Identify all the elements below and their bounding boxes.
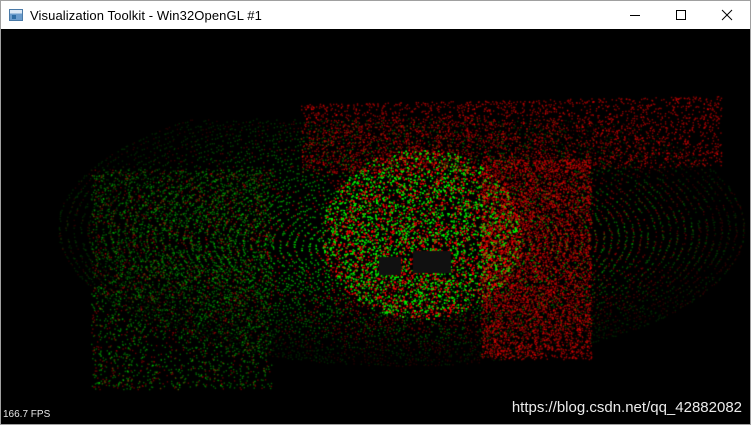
vtk-app-icon[interactable] (9, 9, 23, 21)
app-window: Visualization Toolkit - Win32OpenGL #1 1… (0, 0, 751, 425)
watermark: https://blog.csdn.net/qq_42882082 (511, 399, 742, 416)
close-icon (721, 9, 733, 21)
title-bar[interactable]: Visualization Toolkit - Win32OpenGL #1 (1, 1, 750, 29)
maximize-icon (676, 10, 686, 20)
minimize-button[interactable] (612, 1, 658, 29)
fps-counter: 166.7 FPS (3, 409, 51, 420)
minimize-icon (630, 15, 640, 16)
render-viewport[interactable]: 166.7 FPS https://blog.csdn.net/qq_42882… (1, 29, 750, 424)
window-controls (612, 1, 750, 29)
close-button[interactable] (704, 1, 750, 29)
point-cloud-canvas[interactable] (1, 29, 750, 424)
window-title: Visualization Toolkit - Win32OpenGL #1 (30, 7, 262, 23)
maximize-button[interactable] (658, 1, 704, 29)
